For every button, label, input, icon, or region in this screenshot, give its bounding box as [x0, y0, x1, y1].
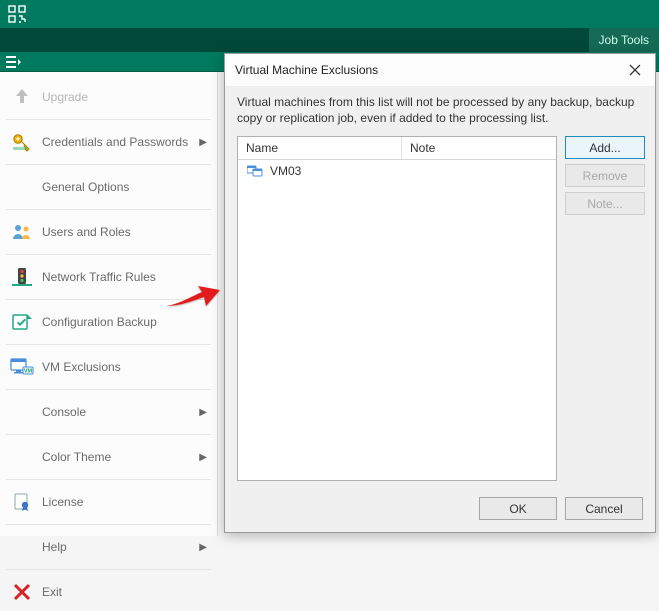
menu-color-theme[interactable]: Color Theme ▶ — [0, 438, 217, 476]
menu-label: VM Exclusions — [42, 360, 121, 374]
exclusions-list[interactable]: Name Note VM03 — [237, 136, 557, 481]
list-item-name: VM03 — [270, 164, 301, 178]
help-icon — [8, 536, 36, 558]
menu-exit[interactable]: Exit — [0, 573, 217, 611]
upgrade-icon — [8, 86, 36, 108]
console-icon — [8, 401, 36, 423]
app-title-bar — [0, 0, 659, 28]
menu-upgrade: Upgrade — [0, 78, 217, 116]
menu-license[interactable]: License — [0, 483, 217, 521]
add-button[interactable]: Add... — [565, 136, 645, 159]
menu-label: General Options — [42, 180, 129, 194]
dialog-close-button[interactable] — [619, 60, 651, 80]
ok-button[interactable]: OK — [479, 497, 557, 520]
menu-credentials[interactable]: Credentials and Passwords ▶ — [0, 123, 217, 161]
vm-exclusions-icon: VM — [8, 356, 36, 378]
menu-label: Help — [42, 540, 67, 554]
config-backup-icon — [8, 311, 36, 333]
chevron-right-icon: ▶ — [199, 542, 211, 553]
chevron-right-icon: ▶ — [199, 452, 211, 463]
menu-label: Exit — [42, 585, 62, 599]
menu-label: Network Traffic Rules — [42, 270, 156, 284]
license-icon — [8, 491, 36, 513]
menu-network-rules[interactable]: Network Traffic Rules — [0, 258, 217, 296]
menu-label: Credentials and Passwords — [42, 135, 188, 149]
menu-label: Upgrade — [42, 90, 88, 104]
svg-text:VM: VM — [24, 369, 33, 375]
menu-general-options[interactable]: General Options — [0, 168, 217, 206]
menu-label: Console — [42, 405, 86, 419]
traffic-light-icon — [8, 266, 36, 288]
note-button: Note... — [565, 192, 645, 215]
list-item[interactable]: VM03 — [238, 160, 556, 182]
menu-label: Configuration Backup — [42, 315, 157, 329]
menu-label: Color Theme — [42, 450, 111, 464]
menu-toggle-button[interactable] — [0, 52, 28, 71]
menu-label: License — [42, 495, 83, 509]
key-icon — [8, 131, 36, 153]
vm-exclusions-dialog: Virtual Machine Exclusions Virtual machi… — [224, 53, 656, 533]
theme-icon — [8, 446, 36, 468]
menu-help[interactable]: Help ▶ — [0, 528, 217, 566]
chevron-right-icon: ▶ — [199, 407, 211, 418]
chevron-right-icon: ▶ — [199, 137, 211, 148]
dialog-titlebar: Virtual Machine Exclusions — [225, 54, 655, 86]
tab-job-tools[interactable]: Job Tools — [589, 28, 659, 52]
menu-vm-exclusions[interactable]: VM VM Exclusions — [0, 348, 217, 386]
vm-icon — [246, 163, 264, 179]
menu-label: Users and Roles — [42, 225, 131, 239]
cancel-button[interactable]: Cancel — [565, 497, 643, 520]
users-icon — [8, 221, 36, 243]
options-icon — [8, 176, 36, 198]
column-note[interactable]: Note — [402, 137, 556, 159]
dialog-description: Virtual machines from this list will not… — [225, 86, 655, 136]
menu-configuration-backup[interactable]: Configuration Backup — [0, 303, 217, 341]
remove-button: Remove — [565, 164, 645, 187]
dialog-side-buttons: Add... Remove Note... — [565, 136, 645, 481]
dialog-footer: OK Cancel — [225, 487, 655, 532]
list-header: Name Note — [238, 137, 556, 160]
close-icon — [8, 581, 36, 603]
menu-users-roles[interactable]: Users and Roles — [0, 213, 217, 251]
column-name[interactable]: Name — [238, 137, 402, 159]
menu-console[interactable]: Console ▶ — [0, 393, 217, 431]
ribbon-tabs: Job Tools — [0, 28, 659, 52]
sidebar-menu: Upgrade Credentials and Passwords ▶ Gene… — [0, 72, 218, 536]
app-logo-icon — [4, 1, 30, 27]
dialog-title: Virtual Machine Exclusions — [235, 63, 378, 77]
